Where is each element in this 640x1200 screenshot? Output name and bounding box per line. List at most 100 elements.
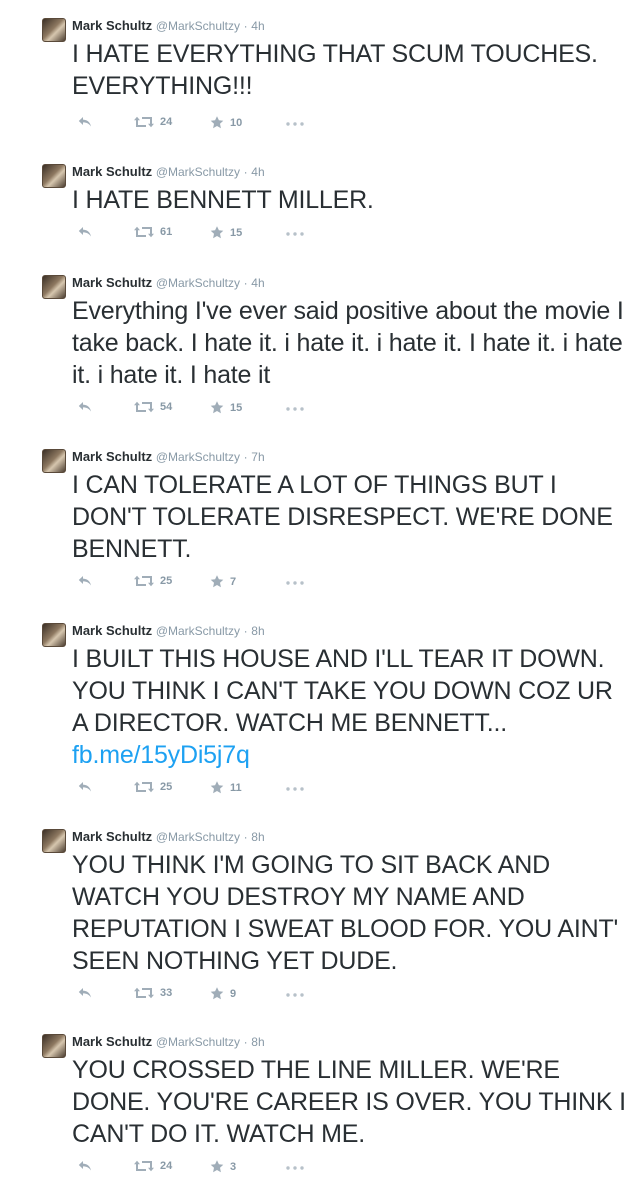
avatar[interactable]: [42, 18, 66, 42]
author-handle[interactable]: @MarkSchultzy: [156, 19, 240, 33]
more-button[interactable]: [286, 232, 304, 236]
retweet-count: 24: [160, 1160, 173, 1172]
author-name[interactable]: Mark Schultz: [72, 623, 152, 638]
author-handle[interactable]: @MarkSchultzy: [156, 276, 240, 290]
star-icon: [210, 116, 224, 129]
avatar[interactable]: [42, 275, 66, 299]
reply-button[interactable]: [78, 987, 92, 999]
timestamp[interactable]: 4h: [251, 276, 264, 290]
retweet-icon: [134, 226, 154, 238]
more-icon: [286, 407, 304, 411]
tweet-actions: 33 9: [72, 987, 372, 1005]
retweet-button[interactable]: 54: [134, 401, 172, 413]
separator: ·: [243, 1035, 248, 1049]
favorite-count: 7: [230, 575, 237, 588]
author-name[interactable]: Mark Schultz: [72, 275, 152, 290]
timestamp[interactable]: 7h: [251, 450, 264, 464]
favorite-button[interactable]: 9: [210, 987, 236, 1000]
tweet-text: I HATE BENNETT MILLER.: [72, 184, 632, 216]
retweet-count: 25: [160, 575, 173, 587]
more-button[interactable]: [286, 581, 304, 585]
favorite-button[interactable]: 3: [210, 1160, 236, 1173]
retweet-button[interactable]: 25: [134, 781, 172, 793]
tweet-body: Everything I've ever said positive about…: [72, 297, 624, 389]
retweet-button[interactable]: 33: [134, 987, 172, 999]
author-name[interactable]: Mark Schultz: [72, 829, 152, 844]
tweet-body: I BUILT THIS HOUSE AND I'LL TEAR IT DOWN…: [72, 645, 613, 737]
author-handle[interactable]: @MarkSchultzy: [156, 830, 240, 844]
tweet-link[interactable]: fb.me/15yDi5j7q: [72, 741, 250, 769]
more-icon: [286, 993, 304, 997]
timestamp[interactable]: 8h: [251, 830, 264, 844]
retweet-button[interactable]: 24: [134, 1160, 172, 1172]
favorite-button[interactable]: 11: [210, 781, 242, 794]
more-button[interactable]: [286, 787, 304, 791]
author-handle[interactable]: @MarkSchultzy: [156, 450, 240, 464]
reply-button[interactable]: [78, 1160, 92, 1172]
reply-icon: [78, 116, 92, 128]
tweet-header: Mark Schultz @MarkSchultzy · 4h: [72, 164, 265, 180]
more-icon: [286, 581, 304, 585]
timestamp[interactable]: 4h: [251, 165, 264, 179]
tweet-header: Mark Schultz @MarkSchultzy · 4h: [72, 275, 265, 291]
avatar[interactable]: [42, 164, 66, 188]
more-button[interactable]: [286, 122, 304, 126]
more-button[interactable]: [286, 993, 304, 997]
reply-icon: [78, 401, 92, 413]
reply-button[interactable]: [78, 116, 92, 128]
reply-icon: [78, 226, 92, 238]
author-name[interactable]: Mark Schultz: [72, 164, 152, 179]
reply-button[interactable]: [78, 575, 92, 587]
favorite-count: 10: [230, 116, 243, 129]
retweet-button[interactable]: 25: [134, 575, 172, 587]
separator: ·: [243, 624, 248, 638]
timestamp[interactable]: 4h: [251, 19, 264, 33]
more-icon: [286, 787, 304, 791]
author-name[interactable]: Mark Schultz: [72, 18, 152, 33]
author-handle[interactable]: @MarkSchultzy: [156, 624, 240, 638]
tweet-text: I CAN TOLERATE A LOT OF THINGS BUT I DON…: [72, 469, 632, 565]
tweet-text: Everything I've ever said positive about…: [72, 295, 632, 391]
separator: ·: [243, 165, 248, 179]
avatar[interactable]: [42, 1034, 66, 1058]
retweet-count: 24: [160, 116, 173, 128]
author-handle[interactable]: @MarkSchultzy: [156, 1035, 240, 1049]
retweet-icon: [134, 116, 154, 128]
tweet-text: I BUILT THIS HOUSE AND I'LL TEAR IT DOWN…: [72, 643, 632, 771]
retweet-count: 61: [160, 226, 173, 238]
reply-button[interactable]: [78, 781, 92, 793]
favorite-button[interactable]: 10: [210, 116, 242, 129]
reply-icon: [78, 575, 92, 587]
tweet-header: Mark Schultz @MarkSchultzy · 7h: [72, 449, 265, 465]
avatar[interactable]: [42, 449, 66, 473]
more-icon: [286, 122, 304, 126]
timestamp[interactable]: 8h: [251, 1035, 264, 1049]
reply-button[interactable]: [78, 401, 92, 413]
more-icon: [286, 1166, 304, 1170]
avatar[interactable]: [42, 829, 66, 853]
retweet-icon: [134, 1160, 154, 1172]
tweet-actions: 24 10: [72, 116, 372, 134]
reply-button[interactable]: [78, 226, 92, 238]
favorite-button[interactable]: 15: [210, 226, 242, 239]
retweet-icon: [134, 575, 154, 587]
retweet-icon: [134, 401, 154, 413]
timestamp[interactable]: 8h: [251, 624, 264, 638]
author-name[interactable]: Mark Schultz: [72, 1034, 152, 1049]
retweet-button[interactable]: 61: [134, 226, 172, 238]
tweet-header: Mark Schultz @MarkSchultzy · 8h: [72, 623, 265, 639]
avatar[interactable]: [42, 623, 66, 647]
tweet-body: I CAN TOLERATE A LOT OF THINGS BUT I DON…: [72, 471, 613, 563]
tweet-text: YOU CROSSED THE LINE MILLER. WE'RE DONE.…: [72, 1054, 632, 1150]
more-icon: [286, 232, 304, 236]
more-button[interactable]: [286, 1166, 304, 1170]
reply-icon: [78, 781, 92, 793]
author-name[interactable]: Mark Schultz: [72, 449, 152, 464]
retweet-button[interactable]: 24: [134, 116, 172, 128]
separator: ·: [243, 276, 248, 290]
author-handle[interactable]: @MarkSchultzy: [156, 165, 240, 179]
tweet-text: I HATE EVERYTHING THAT SCUM TOUCHES. EVE…: [72, 38, 632, 102]
more-button[interactable]: [286, 407, 304, 411]
favorite-button[interactable]: 7: [210, 575, 236, 588]
favorite-button[interactable]: 15: [210, 401, 242, 414]
